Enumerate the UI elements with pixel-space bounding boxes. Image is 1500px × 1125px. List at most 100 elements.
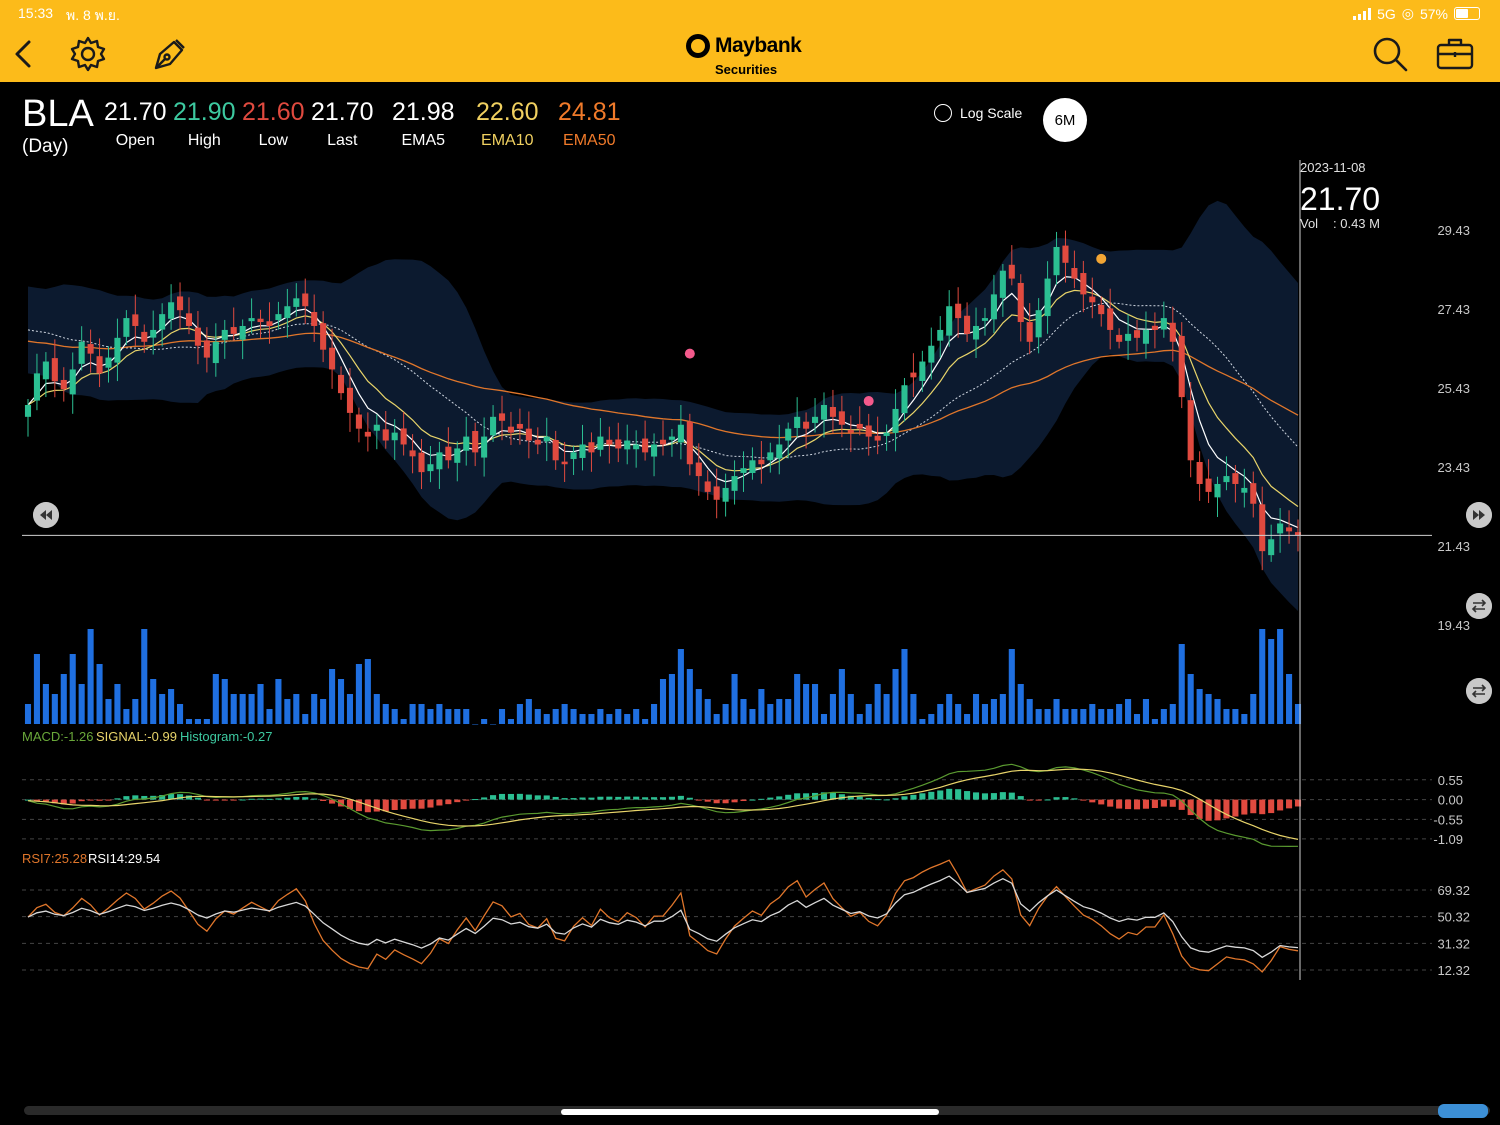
candle xyxy=(445,446,452,461)
candle xyxy=(1107,308,1114,330)
macd-histogram-bar xyxy=(776,796,783,800)
volume-bar xyxy=(651,704,658,724)
macd-histogram-bar xyxy=(597,796,604,800)
volume-bar xyxy=(740,699,747,724)
macd-histogram-bar xyxy=(1008,792,1015,800)
candle xyxy=(838,411,845,425)
macd-histogram-bar xyxy=(955,789,962,800)
candle xyxy=(409,450,416,457)
volume-bar xyxy=(454,709,461,724)
volume-bar xyxy=(239,694,246,724)
candle xyxy=(570,452,577,460)
candle xyxy=(472,430,479,453)
macd-histogram-bar xyxy=(105,799,112,801)
candle xyxy=(776,444,783,459)
candle xyxy=(1035,310,1042,338)
candle xyxy=(543,436,550,442)
candle xyxy=(168,302,175,319)
candle xyxy=(266,321,273,326)
volume-bar xyxy=(1053,699,1060,724)
candle xyxy=(561,461,568,465)
macd-histogram-bar xyxy=(901,796,908,800)
candle xyxy=(1259,504,1266,552)
candle xyxy=(355,414,362,429)
candle xyxy=(1223,476,1230,483)
macd-histogram-bar xyxy=(257,798,264,800)
volume-bar xyxy=(311,694,318,724)
candle xyxy=(1116,334,1123,342)
volume-bar xyxy=(588,714,595,724)
volume-bar xyxy=(1232,709,1239,724)
crosshair-vol-value: : 0.43 M xyxy=(1333,216,1380,231)
candle xyxy=(606,439,613,445)
candle xyxy=(695,462,702,477)
macd-histogram-bar xyxy=(749,799,756,801)
volume-bar xyxy=(212,674,219,724)
volume-bar xyxy=(1277,629,1284,724)
candle xyxy=(105,357,112,368)
macd-histogram-bar xyxy=(400,799,407,810)
macd-histogram-bar xyxy=(570,798,577,800)
volume-bar xyxy=(731,674,738,724)
histogram-legend: Histogram:-0.27 xyxy=(180,729,272,744)
crosshair-vol-label: Vol xyxy=(1300,216,1318,231)
macd-histogram-bar xyxy=(525,794,532,800)
stock-chart[interactable]: 29.43 27.43 25.43 23.43 21.43 19.43 MACD:-1.26… xyxy=(0,0,1500,1125)
volume-bar xyxy=(1223,709,1230,724)
candle xyxy=(677,424,684,443)
volume-bar xyxy=(1133,714,1141,724)
volume-bar xyxy=(1008,649,1015,724)
volume-bar xyxy=(1071,709,1078,724)
candle xyxy=(597,436,604,450)
candle xyxy=(1160,318,1167,330)
scroll-back-icon[interactable] xyxy=(33,502,59,528)
volume-bar xyxy=(812,684,819,724)
volume-bar xyxy=(579,714,586,724)
candle xyxy=(78,341,85,364)
macd-histogram-bar xyxy=(767,797,774,800)
macd-histogram-bar xyxy=(668,796,675,800)
macd-histogram-bar xyxy=(463,799,470,801)
macd-histogram-bar xyxy=(659,797,667,800)
volume-bar xyxy=(803,684,810,724)
volume-bar xyxy=(329,669,336,724)
swap-indicator-icon[interactable] xyxy=(1466,678,1492,704)
macd-histogram-bar xyxy=(1169,799,1176,807)
volume-bar xyxy=(642,719,649,724)
candle xyxy=(1053,246,1060,276)
candle xyxy=(910,372,917,378)
candle xyxy=(51,358,58,382)
macd-histogram-bar xyxy=(883,799,890,801)
rsi14-legend: RSI14:29.54 xyxy=(88,851,160,866)
volume-bar xyxy=(874,684,881,724)
candle xyxy=(150,329,157,338)
macd-histogram-bar xyxy=(606,796,613,800)
volume-bar xyxy=(445,709,452,724)
candle xyxy=(123,318,130,337)
chart-scroll-thumb[interactable] xyxy=(1438,1104,1488,1118)
volume-bar xyxy=(1178,644,1185,724)
macd-histogram-bar xyxy=(1035,799,1042,801)
volume-bar xyxy=(96,664,103,724)
macd-histogram-bar xyxy=(677,795,684,800)
candle xyxy=(248,318,255,322)
candle xyxy=(803,421,810,429)
volume-bar xyxy=(1286,674,1293,724)
macd-histogram-bar xyxy=(382,799,389,812)
swap-indicator-icon[interactable] xyxy=(1466,593,1492,619)
scroll-forward-icon[interactable] xyxy=(1466,502,1492,528)
volume-bar xyxy=(1062,709,1069,724)
macd-histogram-bar xyxy=(552,796,559,800)
volume-bar xyxy=(60,674,67,724)
volume-bar xyxy=(633,709,640,724)
macd-histogram-bar xyxy=(311,798,318,800)
volume-bar xyxy=(337,679,345,724)
candle xyxy=(1026,322,1033,342)
volume-bar xyxy=(400,719,407,724)
candle xyxy=(1277,523,1284,534)
macd-histogram-bar xyxy=(856,796,863,800)
volume-bar xyxy=(937,704,944,724)
volume-bar xyxy=(463,709,470,724)
volume-bar xyxy=(1160,709,1167,724)
candle xyxy=(463,436,470,451)
